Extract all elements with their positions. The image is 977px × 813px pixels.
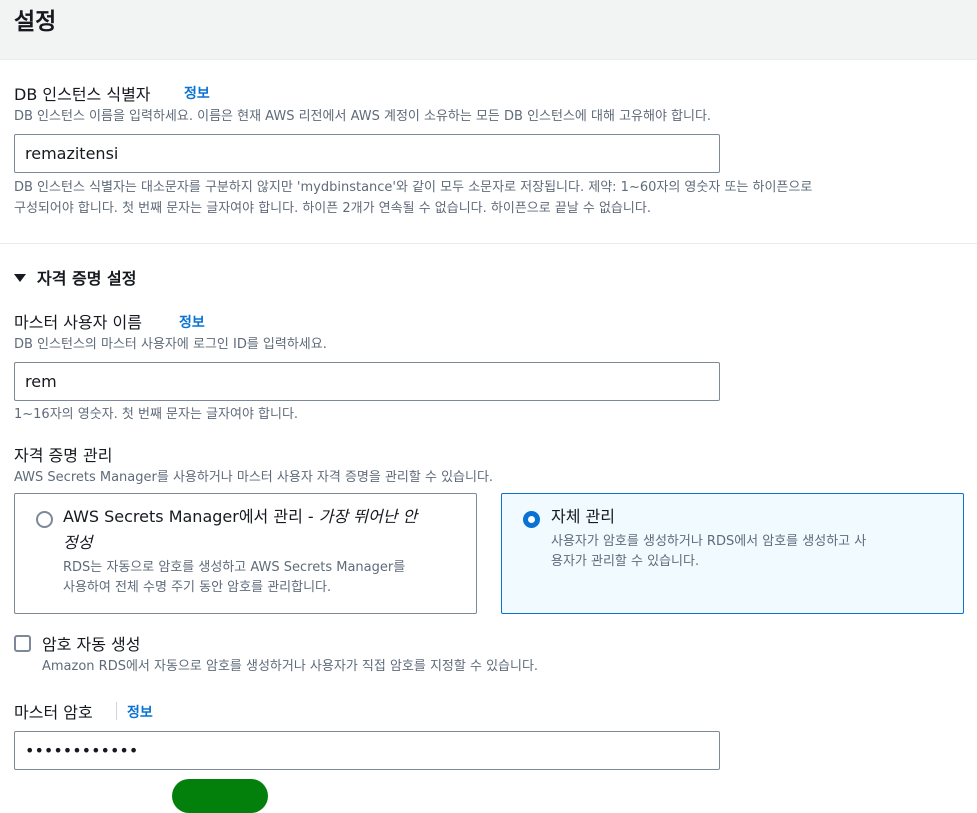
master-username-label: 마스터 사용자 이름 <box>14 313 142 332</box>
option-self-managed-desc-line1: 사용자가 암호를 생성하거나 RDS에서 암호를 생성하고 사 <box>551 534 867 549</box>
option-self-managed-description: 사용자가 암호를 생성하거나 RDS에서 암호를 생성하고 사 용자가 관리할 … <box>551 532 951 572</box>
master-username-value: rem <box>25 372 57 391</box>
option-self-managed-radio[interactable] <box>523 511 540 528</box>
master-password-value: •••••••••••• <box>25 741 139 760</box>
label-info-separator <box>116 702 117 720</box>
option-secrets-manager-radio[interactable] <box>36 511 53 528</box>
partial-green-button[interactable] <box>172 779 268 813</box>
db-identifier-constraint-line1: DB 인스턴스 식별자는 대소문자를 구분하지 않지만 'mydbinstanc… <box>14 180 813 195</box>
master-password-info-link[interactable]: 정보 <box>127 702 153 722</box>
option-secrets-manager-title: AWS Secrets Manager에서 관리 - 가장 뛰어난 안 정성 <box>63 504 463 556</box>
option-secrets-manager-desc-line1: RDS는 자동으로 암호를 생성하고 AWS Secrets Manager를 <box>63 560 406 575</box>
caret-down-icon <box>14 274 26 282</box>
option-secrets-manager-description: RDS는 자동으로 암호를 생성하고 AWS Secrets Manager를 … <box>63 558 468 598</box>
db-identifier-info-link[interactable]: 정보 <box>184 83 210 103</box>
credential-management-description: AWS Secrets Manager를 사용하거나 마스터 사용자 자격 증명… <box>14 470 494 485</box>
option-self-managed-card[interactable]: 자체 관리 사용자가 암호를 생성하거나 RDS에서 암호를 생성하고 사 용자… <box>501 493 964 614</box>
master-password-input[interactable]: •••••••••••• <box>14 731 720 770</box>
master-username-constraint: 1~16자의 영숫자. 첫 번째 문자는 글자여야 합니다. <box>14 407 299 422</box>
master-username-description: DB 인스턴스의 마스터 사용자에 로그인 ID를 입력하세요. <box>14 337 327 352</box>
master-password-label: 마스터 암호 <box>14 703 93 722</box>
db-identifier-description: DB 인스턴스 이름을 입력하세요. 이름은 현재 AWS 리전에서 AWS 계… <box>14 109 712 124</box>
db-identifier-value: remazitensi <box>25 144 119 163</box>
master-username-input[interactable]: rem <box>14 362 720 401</box>
db-identifier-constraint-line2: 구성되어야 합니다. 첫 번째 문자는 글자여야 합니다. 하이픈 2개가 연속… <box>14 201 651 216</box>
credentials-section-title: 자격 증명 설정 <box>37 269 137 288</box>
option-self-managed-desc-line2: 용자가 관리할 수 있습니다. <box>551 554 700 569</box>
page-title: 설정 <box>14 9 57 35</box>
page-header: 설정 <box>0 0 977 60</box>
option-secrets-manager-title-text: AWS Secrets Manager에서 관리 - <box>63 507 319 526</box>
option-secrets-manager-card[interactable]: AWS Secrets Manager에서 관리 - 가장 뛰어난 안 정성 R… <box>14 493 477 614</box>
db-identifier-input[interactable]: remazitensi <box>14 134 720 173</box>
option-secrets-manager-title-emphasis-2: 정성 <box>63 533 93 552</box>
credential-management-label: 자격 증명 관리 <box>14 446 113 465</box>
credentials-section-toggle[interactable]: 자격 증명 설정 <box>14 265 136 289</box>
db-identifier-constraint: DB 인스턴스 식별자는 대소문자를 구분하지 않지만 'mydbinstanc… <box>14 177 812 219</box>
db-identifier-label: DB 인스턴스 식별자 <box>14 85 151 104</box>
option-secrets-manager-desc-line2: 사용하여 전체 수명 주기 동안 암호를 관리합니다. <box>63 580 332 595</box>
section-divider <box>0 243 977 244</box>
auto-generate-password-checkbox[interactable] <box>14 635 31 652</box>
option-self-managed-title: 자체 관리 <box>551 507 615 526</box>
option-secrets-manager-title-emphasis: 가장 뛰어난 안 <box>318 507 418 526</box>
auto-generate-password-description: Amazon RDS에서 자동으로 암호를 생성하거나 사용자가 직접 암호를 … <box>42 659 539 674</box>
auto-generate-password-label[interactable]: 암호 자동 생성 <box>42 631 141 655</box>
master-username-info-link[interactable]: 정보 <box>179 312 205 332</box>
